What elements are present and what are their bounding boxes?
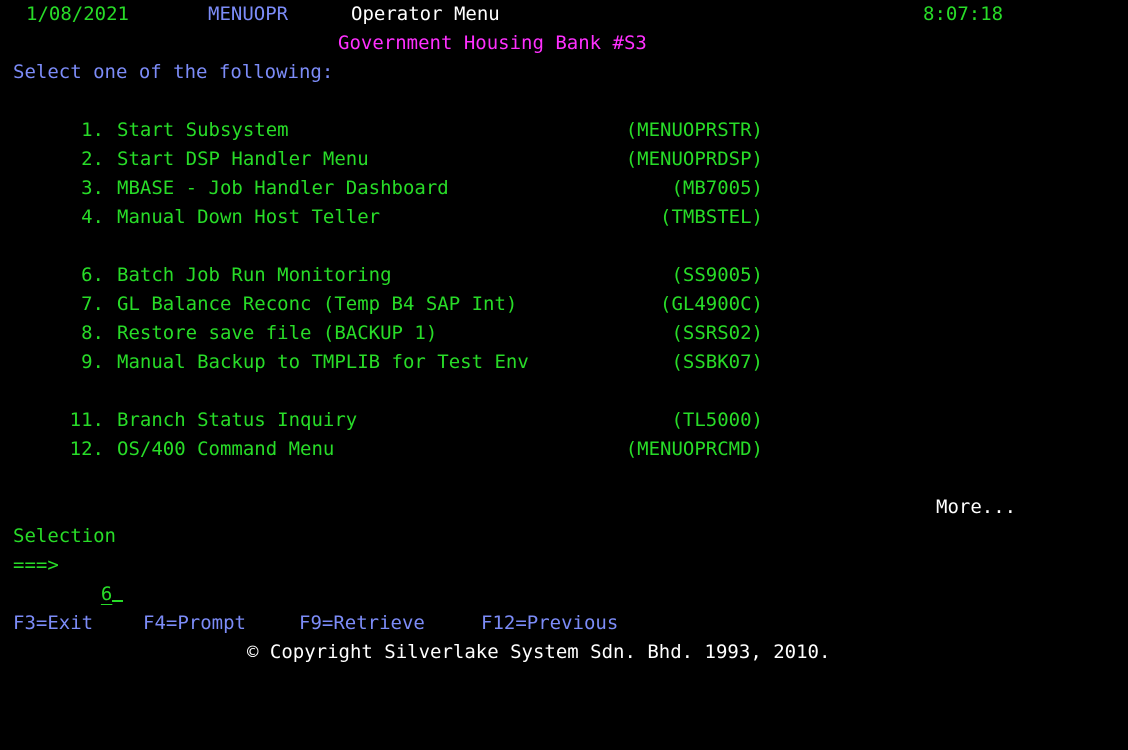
menu-item-program: (GL4900C) xyxy=(660,293,763,315)
menu-item-number: 11. xyxy=(69,409,104,431)
menu-item-label: Batch Job Run Monitoring xyxy=(117,264,392,286)
system-date: 1/08/2021 xyxy=(26,3,129,25)
menu-item[interactable]: 4. Manual Down Host Teller (TMBSTEL) xyxy=(0,203,1128,232)
menu-item-label: OS/400 Command Menu xyxy=(117,438,335,460)
menu-item-program: (MENUOPRSTR) xyxy=(625,119,763,141)
selection-prompt: ===> xyxy=(13,554,59,576)
menu-item-number: 9. xyxy=(81,351,104,373)
menu-item-program: (MENUOPRCMD) xyxy=(625,438,763,460)
menu-item-label: MBASE - Job Handler Dashboard xyxy=(117,177,449,199)
menu-item-program: (SSRS02) xyxy=(671,322,763,344)
menu-item-number: 6. xyxy=(81,264,104,286)
menu-item-number: 3. xyxy=(81,177,104,199)
copyright-text: © Copyright Silverlake System Sdn. Bhd. … xyxy=(247,641,831,663)
menu-item-number: 4. xyxy=(81,206,104,228)
selection-input-value: 6 xyxy=(100,583,113,605)
menu-item-label: Restore save file (BACKUP 1) xyxy=(117,322,438,344)
selection-label: Selection xyxy=(13,525,116,547)
menu-id: MENUOPR xyxy=(208,3,289,25)
menu-item-label: Branch Status Inquiry xyxy=(117,409,358,431)
menu-item-program: (SSBK07) xyxy=(671,351,763,373)
page-subtitle: Government Housing Bank #S3 xyxy=(338,32,647,54)
menu-item-number: 1. xyxy=(81,119,104,141)
menu-item-program: (MENUOPRDSP) xyxy=(625,148,763,170)
instruction-text: Select one of the following: xyxy=(13,61,334,83)
f3-exit-key[interactable]: F3=Exit xyxy=(13,609,93,638)
menu-item[interactable]: 8. Restore save file (BACKUP 1) (SSRS02) xyxy=(0,319,1128,348)
menu-item-label: GL Balance Reconc (Temp B4 SAP Int) xyxy=(117,293,518,315)
menu-item-program: (TL5000) xyxy=(671,409,763,431)
menu-item-program: (SS9005) xyxy=(671,264,763,286)
menu-item-program: (TMBSTEL) xyxy=(660,206,763,228)
menu-item[interactable]: 1. Start Subsystem (MENUOPRSTR) xyxy=(0,116,1128,145)
menu-item-label: Start Subsystem xyxy=(117,119,289,141)
menu-item-label: Start DSP Handler Menu xyxy=(117,148,369,170)
menu-item-label: Manual Backup to TMPLIB for Test Env xyxy=(117,351,529,373)
menu-item[interactable]: 6. Batch Job Run Monitoring (SS9005) xyxy=(0,261,1128,290)
f9-retrieve-key[interactable]: F9=Retrieve xyxy=(299,609,425,638)
menu-item-number: 12. xyxy=(69,438,104,460)
menu-item[interactable]: 3. MBASE - Job Handler Dashboard (MB7005… xyxy=(0,174,1128,203)
menu-item[interactable]: 12. OS/400 Command Menu (MENUOPRCMD) xyxy=(0,435,1128,464)
menu-item-label: Manual Down Host Teller xyxy=(117,206,381,228)
menu-item-number: 8. xyxy=(81,322,104,344)
menu-item[interactable]: 7. GL Balance Reconc (Temp B4 SAP Int) (… xyxy=(0,290,1128,319)
menu-item[interactable]: 9. Manual Backup to TMPLIB for Test Env … xyxy=(0,348,1128,377)
menu-item[interactable]: 11. Branch Status Inquiry (TL5000) xyxy=(0,406,1128,435)
menu-item-number: 7. xyxy=(81,293,104,315)
system-time: 8:07:18 xyxy=(923,3,1004,25)
menu-item-program: (MB7005) xyxy=(671,177,763,199)
page-title: Operator Menu xyxy=(351,3,500,25)
selection-input[interactable]: 6 xyxy=(78,551,124,605)
f12-previous-key[interactable]: F12=Previous xyxy=(481,609,618,638)
text-cursor xyxy=(112,580,124,602)
menu-item-number: 2. xyxy=(81,148,104,170)
more-indicator: More... xyxy=(936,496,1017,518)
f4-prompt-key[interactable]: F4=Prompt xyxy=(143,609,246,638)
menu-item[interactable]: 2. Start DSP Handler Menu (MENUOPRDSP) xyxy=(0,145,1128,174)
